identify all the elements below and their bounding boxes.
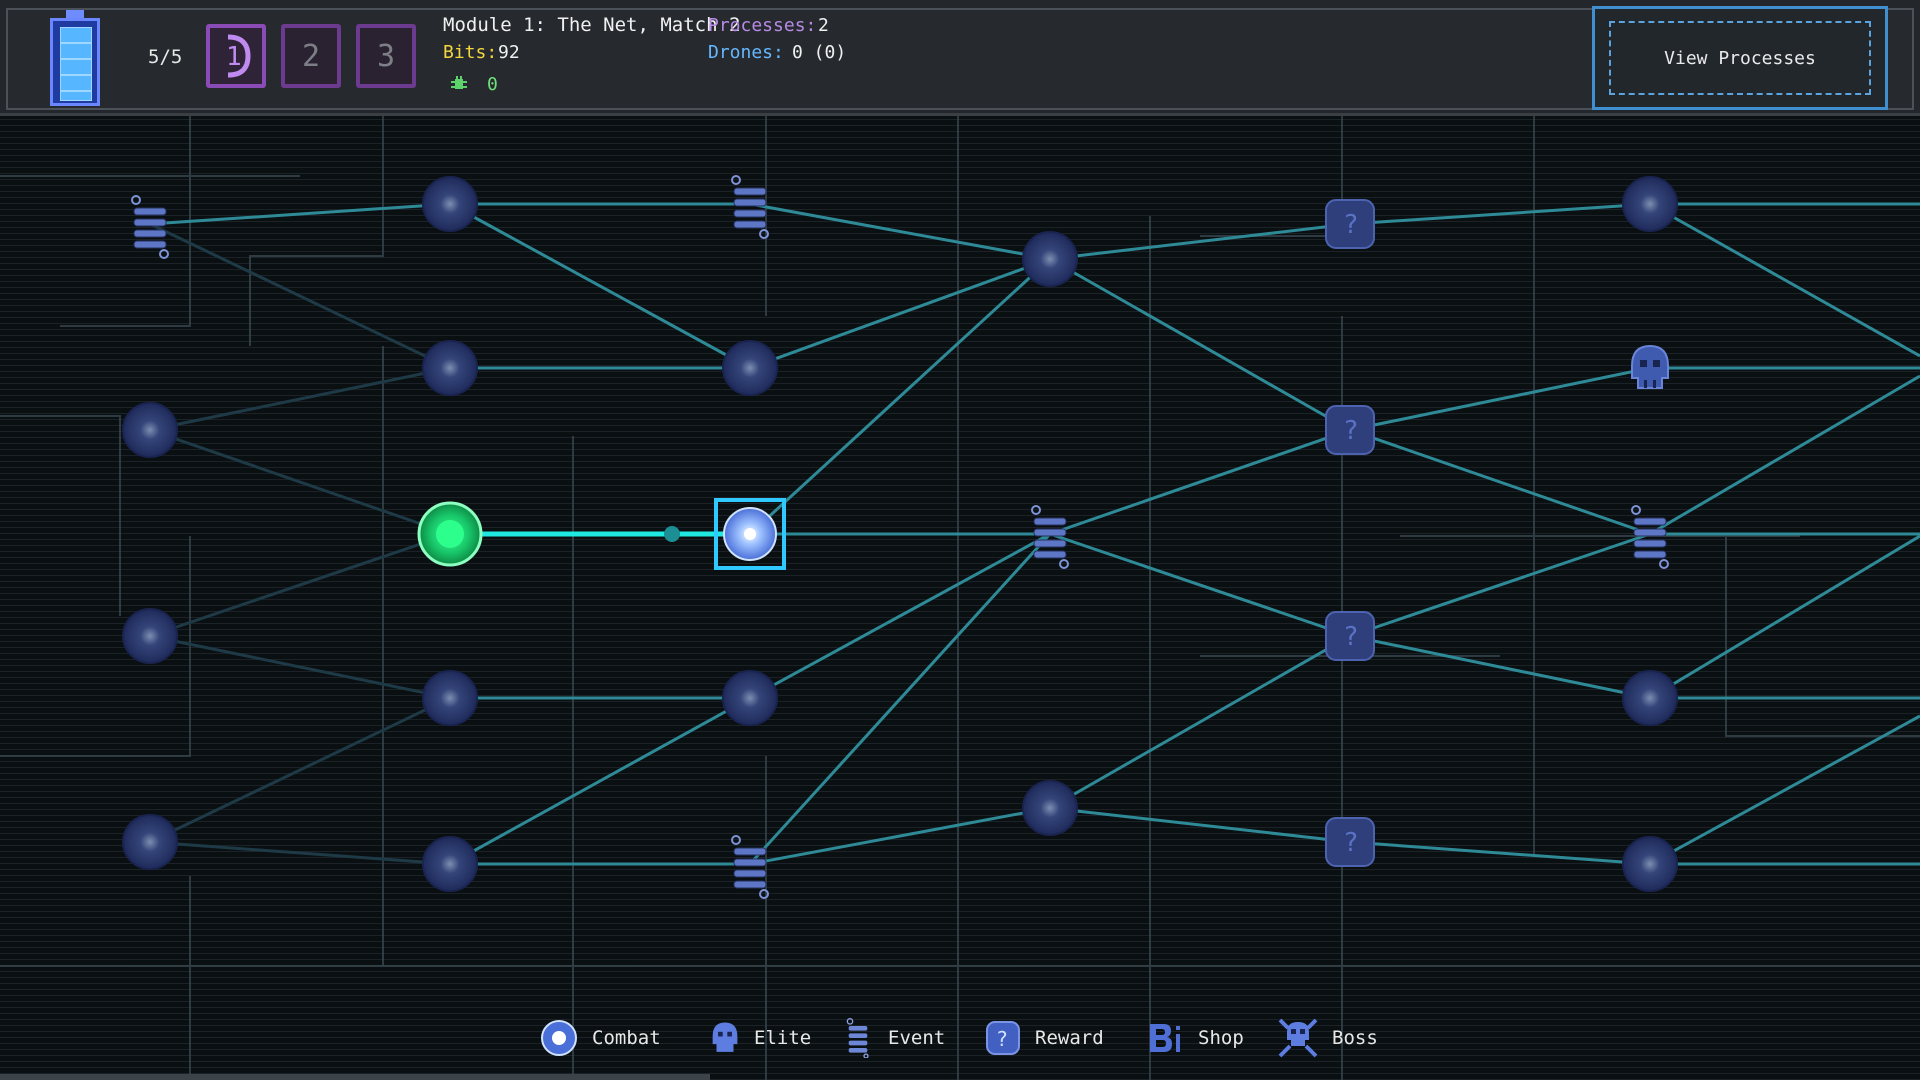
event-icon (131, 195, 169, 259)
legend-shop-label: Shop (1198, 1027, 1244, 1049)
svg-text:?: ? (1343, 416, 1359, 446)
circuit-traces (0, 116, 1920, 1080)
reward-icon: ? (1325, 199, 1375, 249)
process-1-icon: 1 (226, 34, 251, 78)
process-slot-1[interactable]: 1 (206, 24, 266, 88)
view-processes-button[interactable]: View Processes (1592, 6, 1888, 110)
combat-node[interactable] (422, 836, 478, 892)
event-node[interactable] (131, 195, 169, 259)
bits-value: 92 (498, 42, 520, 63)
top-hud: 5/5 1 2 3 Module 1: The Net, Match 2 Bit… (0, 0, 1920, 116)
reward-icon: ? (1325, 405, 1375, 455)
combat-node[interactable] (422, 340, 478, 396)
process-slot-2[interactable]: 2 (281, 24, 341, 88)
elite-icon (712, 1022, 738, 1052)
reward-node[interactable]: ? (1325, 611, 1375, 661)
processes-label: Processes: (708, 15, 817, 36)
drones-label: Drones: (708, 42, 784, 63)
reward-icon: ? (1325, 817, 1375, 867)
current-node (417, 501, 483, 567)
node-map: ? ? ? ? (0, 116, 1920, 1080)
svg-text:?: ? (996, 1027, 1008, 1051)
svg-text:?: ? (1343, 622, 1359, 652)
legend-event-label: Event (888, 1027, 946, 1049)
elite-icon (1631, 344, 1669, 389)
legend-combat-label: Combat (592, 1027, 661, 1049)
legend-elite: Elite (710, 1018, 811, 1058)
reward-node[interactable]: ? (1325, 817, 1375, 867)
legend-elite-label: Elite (754, 1027, 812, 1049)
svg-text:?: ? (1343, 828, 1359, 858)
shop-icon (1150, 1024, 1180, 1052)
combat-node[interactable] (422, 176, 478, 232)
dim-paths (149, 222, 451, 866)
combat-node[interactable] (422, 670, 478, 726)
combat-node[interactable] (722, 340, 778, 396)
legend-boss: Boss (1278, 1018, 1378, 1058)
legend-boss-label: Boss (1332, 1027, 1378, 1049)
combat-node[interactable] (122, 814, 178, 870)
combat-node[interactable] (1622, 836, 1678, 892)
drones-value: 0 (0) (792, 42, 847, 63)
bug-icon (451, 76, 467, 89)
legend-shop: Shop (1148, 1018, 1244, 1058)
processes-value: 2 (818, 15, 829, 36)
combat-node[interactable] (1022, 780, 1078, 836)
process-slot-3[interactable]: 3 (356, 24, 416, 88)
reward-node[interactable]: ? (1325, 199, 1375, 249)
battery-icon (50, 10, 100, 106)
svg-text:?: ? (1343, 210, 1359, 240)
elite-node[interactable] (1631, 344, 1669, 389)
event-icon (846, 1018, 869, 1058)
combat-node[interactable] (122, 608, 178, 664)
legend-reward: ? Reward (985, 1018, 1104, 1058)
energy-counter: 5/5 (148, 46, 183, 68)
bits-label: Bits: (443, 42, 498, 63)
horizontal-scrollbar[interactable] (0, 1074, 710, 1080)
combat-node[interactable] (122, 402, 178, 458)
combat-node[interactable] (1622, 670, 1678, 726)
route-marker (664, 526, 680, 542)
legend-event: Event (842, 1018, 945, 1058)
svg-text:1: 1 (226, 42, 242, 72)
combat-node[interactable] (722, 670, 778, 726)
reward-icon: ? (986, 1021, 1020, 1055)
legend-reward-label: Reward (1035, 1027, 1104, 1049)
reward-node[interactable]: ? (1325, 405, 1375, 455)
bugs-value: 0 (487, 74, 498, 95)
match-title: Module 1: The Net, Match 2 (443, 14, 741, 36)
event-icon (731, 835, 769, 899)
legend-combat: Combat (540, 1018, 661, 1058)
combat-node[interactable] (1022, 231, 1078, 287)
combat-node[interactable] (1622, 176, 1678, 232)
combat-icon (541, 1020, 577, 1056)
event-node[interactable] (731, 835, 769, 899)
boss-icon (1278, 1018, 1318, 1058)
reward-icon: ? (1325, 611, 1375, 661)
map-graph: ? ? ? ? (0, 116, 1920, 1080)
view-processes-label: View Processes (1664, 47, 1816, 69)
